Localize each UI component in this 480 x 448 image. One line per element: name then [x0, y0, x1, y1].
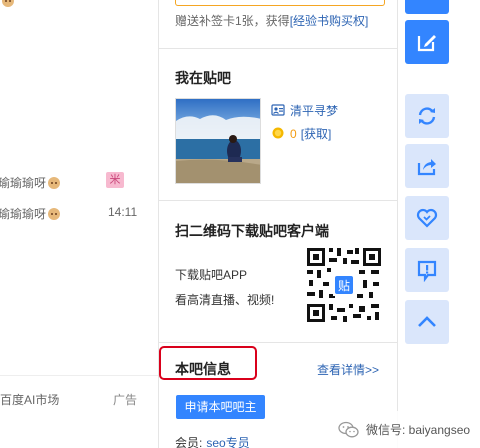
section-title-forum-info: 本吧信息	[175, 361, 231, 377]
apply-moderator-button[interactable]: 申请本吧吧主	[176, 395, 265, 419]
edit-post-button[interactable]	[405, 20, 449, 64]
edit-icon	[417, 35, 436, 52]
member-row: 会员: seo专员	[175, 434, 250, 448]
divider	[159, 48, 397, 49]
feed-row[interactable]: 瑜瑜瑜呀	[0, 174, 61, 191]
report-icon	[417, 260, 437, 282]
exp-book-link[interactable]: [经验书购买权]	[290, 14, 369, 28]
ad-source[interactable]: 百度AI市场	[0, 391, 59, 408]
share-icon	[417, 159, 436, 176]
ad-label: 广告	[113, 393, 138, 407]
refresh-button[interactable]	[405, 94, 449, 138]
gift-label: 赠送补签卡1张，获得	[175, 14, 290, 28]
member-title-link[interactable]: seo专员	[206, 436, 249, 448]
gift-text: 赠送补签卡1张，获得[经验书购买权]	[175, 12, 368, 29]
view-details-link[interactable]: 查看详情>>	[317, 361, 379, 378]
wechat-icon	[338, 421, 359, 437]
dog-emoji-icon	[48, 208, 61, 220]
favorite-button[interactable]	[405, 196, 449, 240]
status-badge: 米	[106, 172, 124, 188]
refresh-icon	[418, 107, 436, 125]
watermark-text: 微信号: baiyangseo	[366, 423, 471, 437]
divider	[159, 200, 397, 201]
app-download-subtext: 看高清直播、视频!	[175, 293, 275, 307]
coin-row: 0 [获取]	[271, 125, 331, 142]
user-card-icon	[271, 104, 285, 116]
report-button[interactable]	[405, 248, 449, 292]
dog-emoji-icon	[2, 0, 14, 7]
divider	[0, 375, 158, 376]
feed-time: 14:11	[108, 205, 138, 219]
avatar[interactable]	[175, 98, 261, 184]
app-download-text: 下载贴吧APP	[175, 268, 248, 282]
section-title-my-tieba: 我在贴吧	[175, 70, 231, 86]
favorite-heart-icon	[416, 208, 438, 228]
toolbar-top-partial-icon	[417, 0, 437, 2]
user-name-link[interactable]: 清平寻梦	[290, 104, 338, 118]
tieba-page: 瑜瑜瑜呀 米 瑜瑜瑜呀 14:11 百度AI市场 广告 赠送补签卡1张，获得[经…	[0, 0, 480, 448]
member-label: 会员:	[175, 436, 203, 448]
sign-in-box	[175, 0, 385, 6]
sidebar-panel: 赠送补签卡1张，获得[经验书购买权] 我在贴吧 清平寻梦 0 [获取] 扫二维码…	[158, 0, 398, 448]
toolbar-top-button[interactable]	[405, 0, 449, 14]
wechat-watermark: 微信号: baiyangseo	[330, 411, 480, 448]
back-to-top-icon	[418, 316, 436, 327]
qr-center-logo: 贴	[337, 279, 350, 293]
share-button[interactable]	[405, 144, 449, 188]
avatar-photo	[176, 99, 260, 183]
feed-row[interactable]: 瑜瑜瑜呀	[0, 205, 61, 222]
section-title-app-download: 扫二维码下载贴吧客户端	[175, 223, 329, 239]
thread-feed: 瑜瑜瑜呀 米 瑜瑜瑜呀 14:11 百度AI市场 广告	[0, 0, 158, 448]
feed-row-top	[0, 0, 14, 8]
feed-author: 瑜瑜瑜呀	[0, 176, 47, 190]
user-name-row[interactable]: 清平寻梦	[271, 102, 338, 119]
coin-icon	[272, 127, 284, 139]
divider	[159, 342, 397, 343]
floating-toolbar	[398, 0, 480, 448]
back-to-top-button[interactable]	[405, 300, 449, 344]
get-coin-link[interactable]: [获取]	[301, 127, 332, 141]
coin-count: 0	[290, 127, 297, 141]
dog-emoji-icon	[48, 177, 61, 189]
feed-author: 瑜瑜瑜呀	[0, 207, 47, 221]
